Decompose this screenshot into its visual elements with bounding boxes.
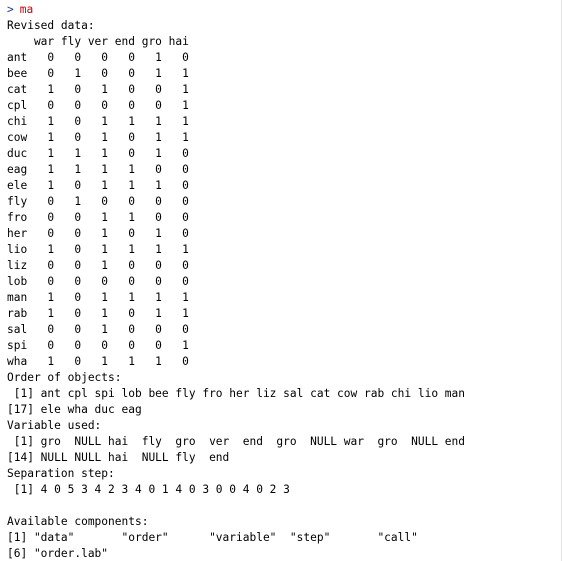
prompt-caret: > — [7, 3, 14, 16]
output-line: her 0 0 1 0 1 0 — [7, 227, 189, 240]
output-line: [14] NULL NULL hai NULL fly end — [7, 451, 230, 464]
output-line: war fly ver end gro hai — [7, 35, 189, 48]
output-line: [1] ant cpl spi lob bee fly fro her liz … — [7, 387, 466, 400]
output-line: cpl 0 0 0 0 0 1 — [7, 99, 189, 112]
output-line: lob 0 0 0 0 0 0 — [7, 275, 189, 288]
output-line: ant 0 0 0 0 1 0 — [7, 51, 189, 64]
output-line: [1] gro NULL hai fly gro ver end gro NUL… — [7, 435, 466, 448]
output-line: Variable used: — [7, 419, 102, 432]
output-line: Available components: — [7, 515, 149, 528]
output-line: sal 0 0 1 0 0 0 — [7, 323, 189, 336]
output-line: [6] "order.lab" — [7, 547, 109, 560]
output-line: wha 1 0 1 1 1 0 — [7, 355, 189, 368]
output-line: cat 1 0 1 0 0 1 — [7, 83, 189, 96]
output-line: man 1 0 1 1 1 1 — [7, 291, 189, 304]
output-line: cow 1 0 1 0 1 1 — [7, 131, 189, 144]
output-line: [17] ele wha duc eag — [7, 403, 142, 416]
r-console[interactable]: > ma Revised data: war fly ver end gro ha… — [0, 0, 562, 561]
output-line: eag 1 1 1 1 0 0 — [7, 163, 189, 176]
output-line: [1] 4 0 5 3 4 2 3 4 0 1 4 0 3 0 0 4 0 2 … — [7, 483, 290, 496]
output-line: chi 1 0 1 1 1 1 — [7, 115, 189, 128]
output-line: Order of objects: — [7, 371, 122, 384]
command-prompt-line: > ma — [7, 2, 562, 18]
output-line: Revised data: — [7, 19, 95, 32]
command-text: ma — [19, 3, 34, 16]
output-line: fly 0 1 0 0 0 0 — [7, 195, 189, 208]
output-line: bee 0 1 0 0 1 1 — [7, 67, 189, 80]
console-output: Revised data: war fly ver end gro hai ant… — [7, 18, 562, 561]
output-line: lio 1 0 1 1 1 1 — [7, 243, 189, 256]
output-line: duc 1 1 1 0 1 0 — [7, 147, 189, 160]
output-line: liz 0 0 1 0 0 0 — [7, 259, 189, 272]
output-line: spi 0 0 0 0 0 1 — [7, 339, 189, 352]
output-line: ele 1 0 1 1 1 0 — [7, 179, 189, 192]
output-line: [1] "data" "order" "variable" "step" "ca… — [7, 531, 418, 544]
output-line: rab 1 0 1 0 1 1 — [7, 307, 189, 320]
output-line: fro 0 0 1 1 0 0 — [7, 211, 189, 224]
output-line: Separation step: — [7, 467, 115, 480]
